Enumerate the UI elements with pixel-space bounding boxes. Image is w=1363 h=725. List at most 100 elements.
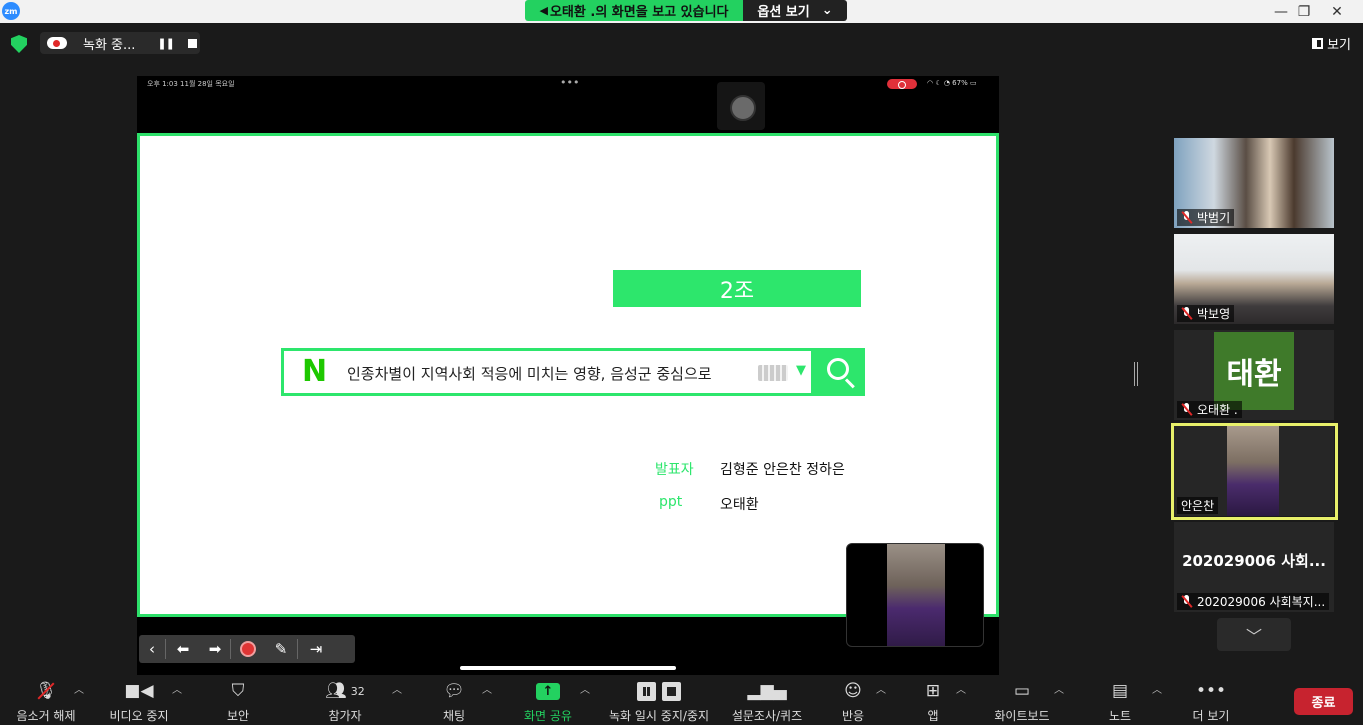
camera-overlay-icon bbox=[717, 82, 765, 130]
participants-label: 참가자 bbox=[328, 709, 362, 723]
security-label: 보안 bbox=[226, 709, 250, 723]
chat-button[interactable]: 💬︎ 채팅 bbox=[436, 679, 472, 725]
shield-icon: ⛉ bbox=[231, 681, 245, 701]
gallery-scroll-down-button[interactable]: ﹀ bbox=[1217, 618, 1291, 651]
view-options-button[interactable]: 옵션 보기 ⌄ bbox=[743, 0, 847, 21]
mic-muted-icon bbox=[1181, 595, 1193, 608]
bar-chart-icon: ▂▆▄ bbox=[747, 681, 787, 701]
participant-tile[interactable]: 박보영 bbox=[1174, 234, 1334, 324]
wifi-icon: ◠ ☾ ◔ bbox=[927, 79, 953, 87]
stop-video-button[interactable]: ■◀ 비디오 중지 bbox=[104, 679, 174, 725]
chat-options-caret[interactable]: ︿ bbox=[482, 681, 492, 696]
stop-video-label: 비디오 중지 bbox=[109, 709, 169, 723]
notes-icon: ▤ bbox=[1111, 681, 1129, 701]
smiley-icon: ☺ bbox=[844, 681, 862, 701]
participant-tile[interactable]: 박범기 bbox=[1174, 138, 1334, 228]
reactions-options-caret[interactable]: ︿ bbox=[876, 681, 886, 696]
chevron-down-icon: ⌄ bbox=[821, 3, 833, 18]
participant-name-label: 박범기 bbox=[1177, 209, 1235, 226]
group-title: 2조 bbox=[613, 270, 861, 307]
ipad-recording-icon bbox=[887, 79, 917, 89]
share-screen-button[interactable]: ↑ 화면 공유 bbox=[518, 679, 578, 725]
end-meeting-button[interactable]: 종료 bbox=[1294, 688, 1353, 715]
participant-tile[interactable]: 202029006 사회... 202029006 사회복지... bbox=[1174, 522, 1334, 612]
pip-participant-video bbox=[887, 544, 945, 646]
exit-annotation-icon[interactable]: ⇥ bbox=[298, 635, 334, 663]
notes-options-caret[interactable]: ︿ bbox=[1152, 681, 1162, 696]
record-button[interactable] bbox=[231, 635, 265, 663]
participant-name: 박보영 bbox=[1197, 307, 1231, 321]
battery-icon: ▭ bbox=[967, 79, 977, 87]
restore-button[interactable]: ❐ bbox=[1289, 0, 1319, 23]
whiteboard-options-caret[interactable]: ︿ bbox=[1054, 681, 1064, 696]
reactions-button[interactable]: ☺ 반응 bbox=[836, 679, 870, 725]
security-button[interactable]: ⛉ 보안 bbox=[218, 679, 258, 725]
apps-button[interactable]: ⊞ 앱 bbox=[920, 679, 946, 725]
mic-muted-icon: 🎙︎ bbox=[35, 679, 57, 703]
title-bar: zm ◀ 오태환 .의 화면을 보고 있습니다 옵션 보기 ⌄ — ❐ ✕ bbox=[0, 0, 1363, 23]
audio-options-caret[interactable]: ︿ bbox=[74, 681, 84, 696]
recording-controls-label: 녹화 일시 중지/중지 bbox=[609, 709, 709, 723]
viewing-banner: ◀ 오태환 .의 화면을 보고 있습니다 bbox=[525, 0, 743, 21]
more-dots-icon: ••• bbox=[1195, 681, 1227, 701]
participant-name: 202029006 사회복지... bbox=[1197, 595, 1326, 609]
security-shield-icon[interactable] bbox=[11, 35, 27, 53]
apps-label: 앱 bbox=[927, 709, 939, 723]
naver-logo-icon: N bbox=[302, 354, 328, 389]
close-button[interactable]: ✕ bbox=[1322, 0, 1352, 23]
speaker-icon: ◀ bbox=[539, 4, 548, 17]
whiteboard-button[interactable]: ▭ 화이트보드 bbox=[988, 679, 1056, 725]
panel-resize-handle[interactable] bbox=[1134, 362, 1138, 386]
whiteboard-label: 화이트보드 bbox=[994, 709, 1050, 723]
stop-recording-icon[interactable] bbox=[187, 38, 197, 48]
pause-recording-icon[interactable]: ❚❚ bbox=[157, 37, 174, 50]
video-options-caret[interactable]: ︿ bbox=[172, 681, 182, 696]
participants-options-caret[interactable]: ︿ bbox=[392, 681, 402, 696]
ppt-label: ppt bbox=[659, 494, 683, 510]
active-speaker-frame bbox=[1171, 423, 1338, 520]
chevron-left-icon[interactable]: ‹ bbox=[139, 635, 165, 663]
participant-name: 박범기 bbox=[1197, 211, 1231, 225]
apps-icon: ⊞ bbox=[925, 681, 941, 701]
ipad-battery: ◠ ☾ ◔ 67% ▭ bbox=[927, 79, 977, 87]
share-screen-icon: ↑ bbox=[536, 679, 560, 703]
view-button-label: 보기 bbox=[1327, 38, 1351, 53]
chevron-down-icon: ﹀ bbox=[1245, 626, 1262, 646]
battery-percent: 67% bbox=[952, 79, 968, 87]
picture-in-picture-video[interactable] bbox=[846, 543, 984, 647]
recording-controls-button[interactable]: 녹화 일시 중지/중지 bbox=[602, 679, 716, 725]
polls-button[interactable]: ▂▆▄ 설문조사/퀴즈 bbox=[724, 679, 810, 725]
view-button[interactable]: 보기 bbox=[1312, 34, 1351, 53]
cloud-recording-icon bbox=[47, 37, 67, 49]
unmute-label: 음소거 해제 bbox=[16, 709, 76, 723]
dropdown-arrow-icon: ▼ bbox=[796, 363, 806, 378]
share-options-caret[interactable]: ︿ bbox=[580, 681, 590, 696]
ipad-multitask-dots: ••• bbox=[560, 76, 580, 89]
shared-screen: 오후 1:03 11월 28일 목요일 ••• ◠ ☾ ◔ 67% ▭ 2조 N… bbox=[137, 76, 999, 675]
reactions-label: 반응 bbox=[841, 709, 865, 723]
ppt-author: 오태환 bbox=[720, 497, 759, 513]
recording-label: 녹화 중... bbox=[83, 37, 136, 53]
notes-button[interactable]: ▤ 노트 bbox=[1104, 679, 1136, 725]
more-label: 더 보기 bbox=[1192, 709, 1230, 723]
participant-tile[interactable]: 태환 오태환 . bbox=[1174, 330, 1334, 420]
more-button[interactable]: ••• 더 보기 bbox=[1188, 679, 1234, 725]
record-icon bbox=[240, 641, 256, 657]
annotation-toolbar: ‹ ⬅ ➡ ✎ ⇥ bbox=[139, 635, 355, 663]
zoom-logo: zm bbox=[2, 2, 20, 20]
pause-stop-icon bbox=[634, 679, 684, 703]
share-screen-label: 화면 공유 bbox=[524, 709, 572, 723]
view-grid-icon bbox=[1312, 38, 1324, 49]
participants-button[interactable]: 👥︎ 32 참가자 bbox=[320, 679, 370, 725]
video-camera-icon: ■◀ bbox=[124, 681, 154, 701]
ipad-home-indicator bbox=[460, 666, 676, 670]
arrow-right-icon[interactable]: ➡ bbox=[200, 635, 230, 663]
chat-icon: 💬︎ bbox=[443, 681, 465, 701]
pen-icon[interactable]: ✎ bbox=[265, 635, 297, 663]
apps-options-caret[interactable]: ︿ bbox=[956, 681, 966, 696]
participant-name-label: 박보영 bbox=[1177, 305, 1235, 322]
unmute-button[interactable]: 🎙︎ 음소거 해제 bbox=[12, 679, 80, 725]
arrow-left-icon[interactable]: ⬅ bbox=[166, 635, 200, 663]
presenter-names: 김형준 안은찬 정하은 bbox=[720, 462, 845, 478]
participant-avatar: 태환 bbox=[1214, 332, 1294, 410]
